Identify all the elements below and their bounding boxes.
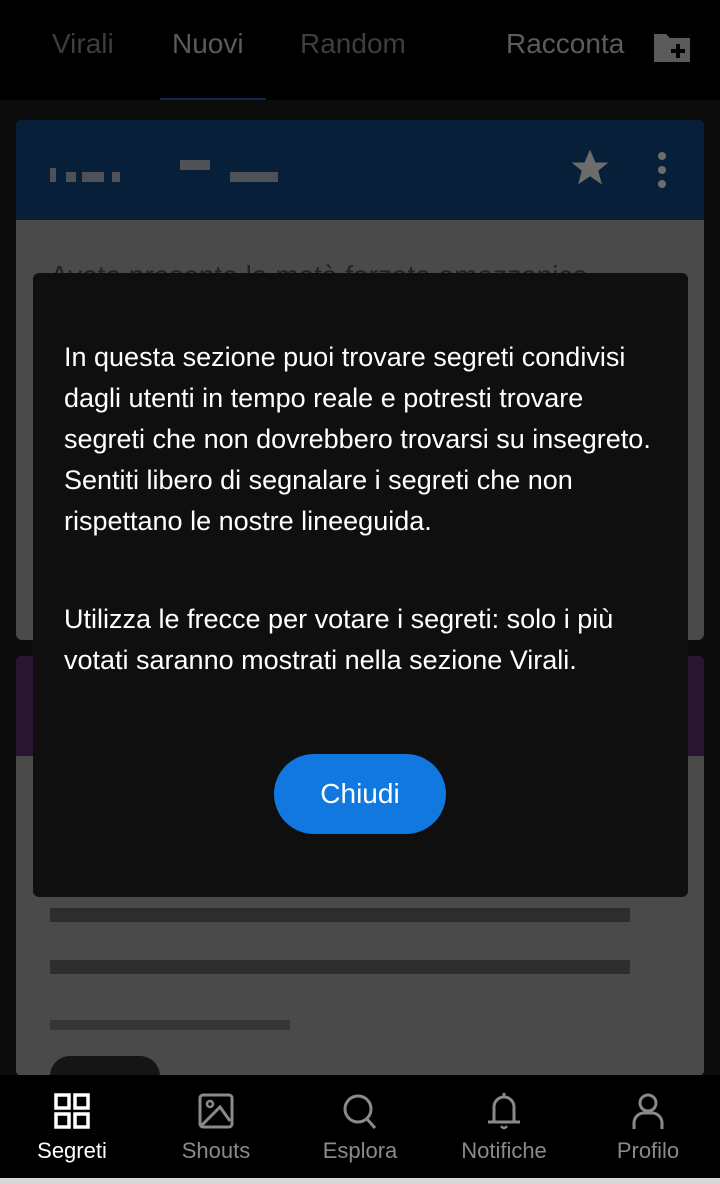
nav-item-profilo[interactable]: Profilo: [576, 1075, 720, 1178]
nav-label: Esplora: [322, 1138, 398, 1163]
nav-item-segreti[interactable]: Segreti: [0, 1075, 144, 1178]
more-vert-icon[interactable]: [654, 150, 670, 190]
search-icon: [343, 1094, 377, 1129]
racconta-button[interactable]: Racconta: [506, 28, 624, 60]
image-icon: [198, 1093, 234, 1129]
info-dialog: In questa sezione puoi trovare segreti c…: [33, 273, 688, 897]
bottom-nav: Segreti Shouts Esplora Notifiche Profilo: [0, 1075, 720, 1178]
nav-item-esplora[interactable]: Esplora: [288, 1075, 432, 1178]
card-header: [16, 120, 704, 220]
user-icon: [632, 1093, 664, 1129]
redacted-meta: [50, 1020, 290, 1030]
tab-random[interactable]: Random: [300, 28, 406, 60]
star-icon[interactable]: [568, 146, 612, 190]
folder-plus-icon[interactable]: [652, 32, 692, 64]
nav-label: Notifiche: [461, 1138, 547, 1163]
nav-item-shouts[interactable]: Shouts: [144, 1075, 288, 1178]
redacted-text: [230, 172, 278, 182]
redacted-text: [112, 172, 120, 182]
close-button[interactable]: Chiudi: [274, 754, 446, 834]
redacted-text: [50, 960, 630, 974]
top-bar: Virali Nuovi Random Racconta: [0, 0, 720, 100]
redacted-text: [180, 160, 210, 170]
redacted-text: [50, 908, 630, 922]
grid-icon: [54, 1093, 90, 1129]
redacted-username: [50, 168, 56, 182]
dialog-paragraph-1: In questa sezione puoi trovare segreti c…: [64, 342, 651, 536]
nav-label: Profilo: [616, 1138, 680, 1163]
bell-icon: [488, 1093, 520, 1130]
tab-virali[interactable]: Virali: [52, 28, 114, 60]
redacted-text: [82, 172, 104, 182]
nav-label: Segreti: [37, 1138, 107, 1163]
system-nav-strip: [0, 1178, 720, 1184]
dialog-paragraph-2: Utilizza le frecce per votare i segreti:…: [64, 604, 614, 675]
nav-label: Shouts: [181, 1138, 251, 1163]
nav-item-notifiche[interactable]: Notifiche: [432, 1075, 576, 1178]
vote-pill[interactable]: [50, 1056, 160, 1076]
tab-nuovi[interactable]: Nuovi: [172, 28, 244, 60]
redacted-text: [66, 172, 76, 182]
